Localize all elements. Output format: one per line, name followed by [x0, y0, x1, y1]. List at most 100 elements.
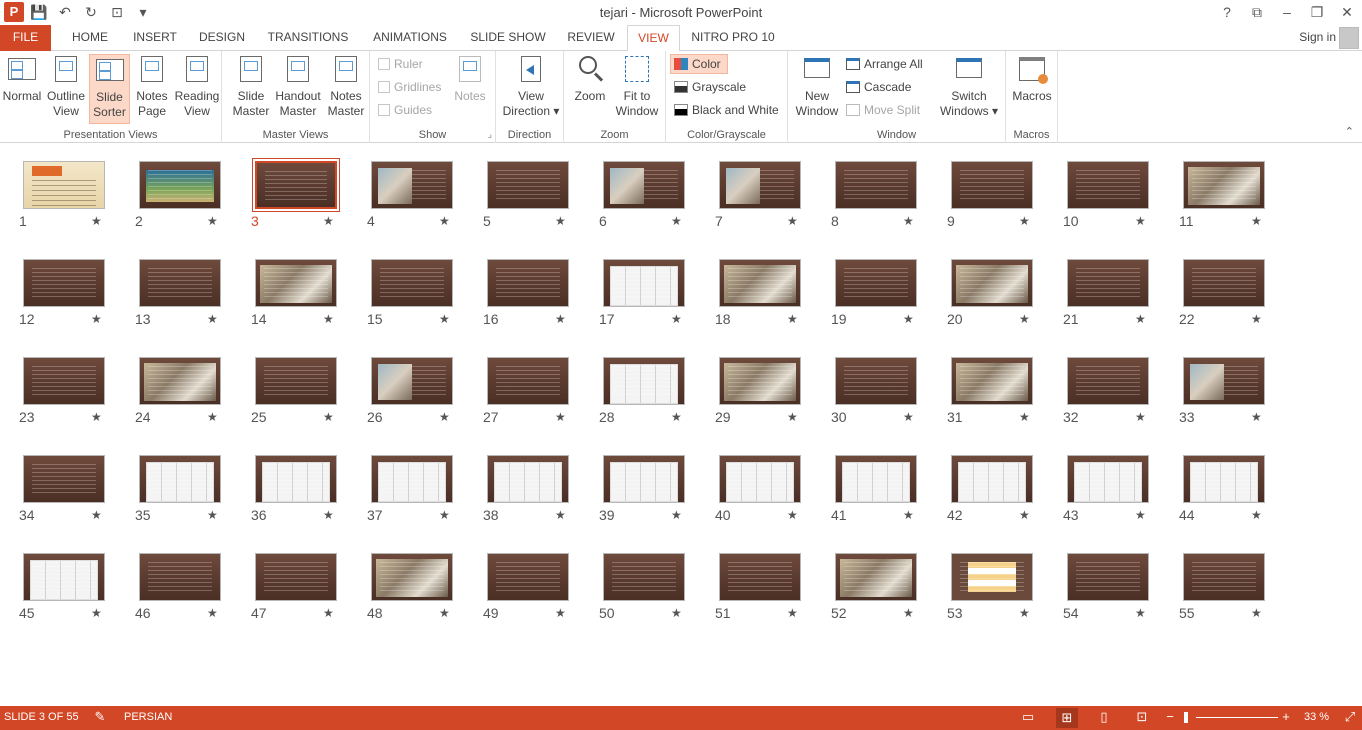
- animation-star-icon[interactable]: ★: [671, 508, 682, 522]
- slide-thumbnail-22[interactable]: 22 ★: [1177, 257, 1293, 355]
- animation-star-icon[interactable]: ★: [91, 508, 102, 522]
- animation-star-icon[interactable]: ★: [555, 214, 566, 228]
- animation-star-icon[interactable]: ★: [1135, 410, 1146, 424]
- slide-thumbnail-29[interactable]: 29 ★: [713, 355, 829, 453]
- animation-star-icon[interactable]: ★: [671, 410, 682, 424]
- avatar[interactable]: [1339, 27, 1359, 49]
- slide-thumbnail-1[interactable]: 1 ★: [17, 159, 133, 257]
- black-and-white-button[interactable]: Black and White: [674, 100, 779, 120]
- animation-star-icon[interactable]: ★: [787, 410, 798, 424]
- ribbon-display-button[interactable]: ⧉: [1242, 0, 1272, 24]
- slide-thumbnail-36[interactable]: 36 ★: [249, 453, 365, 551]
- animation-star-icon[interactable]: ★: [1251, 214, 1262, 228]
- minimize-button[interactable]: –: [1272, 0, 1302, 24]
- slide-thumbnail-14[interactable]: 14 ★: [249, 257, 365, 355]
- animation-star-icon[interactable]: ★: [1019, 312, 1030, 326]
- zoom-in-button[interactable]: +: [1278, 710, 1294, 724]
- slide-sorter-status-icon[interactable]: ⊞: [1056, 708, 1078, 728]
- animation-star-icon[interactable]: ★: [439, 312, 450, 326]
- slide-thumbnail-11[interactable]: 11 ★: [1177, 159, 1293, 257]
- animation-star-icon[interactable]: ★: [787, 214, 798, 228]
- animation-star-icon[interactable]: ★: [1135, 312, 1146, 326]
- tab-slide-show[interactable]: SLIDE SHOW: [466, 25, 550, 51]
- normal-view-button[interactable]: Normal: [2, 54, 42, 104]
- switch-windows-button[interactable]: Switch Windows ▾: [938, 54, 1000, 119]
- slide-thumbnail-39[interactable]: 39 ★: [597, 453, 713, 551]
- slide-thumbnail-35[interactable]: 35 ★: [133, 453, 249, 551]
- animation-star-icon[interactable]: ★: [671, 606, 682, 620]
- animation-star-icon[interactable]: ★: [555, 508, 566, 522]
- slide-thumbnail-26[interactable]: 26 ★: [365, 355, 481, 453]
- animation-star-icon[interactable]: ★: [671, 312, 682, 326]
- reading-view-status-icon[interactable]: ▯: [1096, 710, 1112, 724]
- animation-star-icon[interactable]: ★: [207, 508, 218, 522]
- animation-star-icon[interactable]: ★: [323, 606, 334, 620]
- notes-master-button[interactable]: Notes Master: [324, 54, 368, 119]
- slide-thumbnail-9[interactable]: 9 ★: [945, 159, 1061, 257]
- animation-star-icon[interactable]: ★: [1251, 606, 1262, 620]
- notes-page-button[interactable]: Notes Page: [132, 54, 172, 119]
- tab-review[interactable]: REVIEW: [563, 25, 619, 51]
- animation-star-icon[interactable]: ★: [787, 312, 798, 326]
- tab-home[interactable]: HOME: [63, 25, 117, 51]
- slide-thumbnail-46[interactable]: 46 ★: [133, 551, 249, 649]
- slide-thumbnail-33[interactable]: 33 ★: [1177, 355, 1293, 453]
- new-window-button[interactable]: New Window: [792, 54, 842, 119]
- animation-star-icon[interactable]: ★: [91, 312, 102, 326]
- animation-star-icon[interactable]: ★: [1251, 410, 1262, 424]
- slide-thumbnail-30[interactable]: 30 ★: [829, 355, 945, 453]
- animation-star-icon[interactable]: ★: [439, 606, 450, 620]
- handout-master-button[interactable]: Handout Master: [274, 54, 322, 119]
- animation-star-icon[interactable]: ★: [1135, 508, 1146, 522]
- animation-star-icon[interactable]: ★: [91, 606, 102, 620]
- animation-star-icon[interactable]: ★: [323, 214, 334, 228]
- tab-insert[interactable]: INSERT: [128, 25, 182, 51]
- language-indicator[interactable]: PERSIAN: [124, 711, 172, 723]
- animation-star-icon[interactable]: ★: [439, 508, 450, 522]
- slide-thumbnail-12[interactable]: 12 ★: [17, 257, 133, 355]
- notes-edit-icon[interactable]: ✎: [92, 710, 108, 724]
- slide-thumbnail-49[interactable]: 49 ★: [481, 551, 597, 649]
- animation-star-icon[interactable]: ★: [903, 410, 914, 424]
- slide-thumbnail-18[interactable]: 18 ★: [713, 257, 829, 355]
- tab-transitions[interactable]: TRANSITIONS: [263, 25, 353, 51]
- slide-thumbnail-27[interactable]: 27 ★: [481, 355, 597, 453]
- close-button[interactable]: ✕: [1332, 0, 1362, 24]
- tab-nitro-pro[interactable]: NITRO PRO 10: [688, 25, 778, 51]
- slide-sorter-button[interactable]: Slide Sorter: [89, 54, 130, 124]
- animation-star-icon[interactable]: ★: [903, 214, 914, 228]
- zoom-slider-handle[interactable]: [1184, 712, 1188, 723]
- notes-button[interactable]: Notes: [450, 54, 490, 104]
- animation-star-icon[interactable]: ★: [903, 312, 914, 326]
- ruler-checkbox[interactable]: Ruler: [378, 54, 423, 74]
- slide-thumbnail-55[interactable]: 55 ★: [1177, 551, 1293, 649]
- tab-animations[interactable]: ANIMATIONS: [366, 25, 454, 51]
- slide-thumbnail-31[interactable]: 31 ★: [945, 355, 1061, 453]
- tab-file[interactable]: FILE: [0, 25, 51, 51]
- slide-thumbnail-48[interactable]: 48 ★: [365, 551, 481, 649]
- slide-thumbnail-8[interactable]: 8 ★: [829, 159, 945, 257]
- animation-star-icon[interactable]: ★: [323, 508, 334, 522]
- slide-thumbnail-45[interactable]: 45 ★: [17, 551, 133, 649]
- macros-button[interactable]: Macros: [1010, 54, 1054, 104]
- maximize-button[interactable]: ❐: [1302, 0, 1332, 24]
- animation-star-icon[interactable]: ★: [903, 606, 914, 620]
- animation-star-icon[interactable]: ★: [903, 508, 914, 522]
- slide-master-button[interactable]: Slide Master: [230, 54, 272, 119]
- animation-star-icon[interactable]: ★: [91, 410, 102, 424]
- animation-star-icon[interactable]: ★: [555, 606, 566, 620]
- slide-thumbnail-20[interactable]: 20 ★: [945, 257, 1061, 355]
- animation-star-icon[interactable]: ★: [1019, 606, 1030, 620]
- animation-star-icon[interactable]: ★: [787, 606, 798, 620]
- animation-star-icon[interactable]: ★: [787, 508, 798, 522]
- animation-star-icon[interactable]: ★: [207, 606, 218, 620]
- animation-star-icon[interactable]: ★: [323, 410, 334, 424]
- slide-thumbnail-19[interactable]: 19 ★: [829, 257, 945, 355]
- slide-thumbnail-28[interactable]: 28 ★: [597, 355, 713, 453]
- animation-star-icon[interactable]: ★: [207, 312, 218, 326]
- move-split-button[interactable]: Move Split: [846, 100, 920, 120]
- help-button[interactable]: ?: [1212, 0, 1242, 24]
- animation-star-icon[interactable]: ★: [1135, 214, 1146, 228]
- sign-in-link[interactable]: Sign in: [1299, 30, 1336, 44]
- slide-thumbnail-10[interactable]: 10 ★: [1061, 159, 1177, 257]
